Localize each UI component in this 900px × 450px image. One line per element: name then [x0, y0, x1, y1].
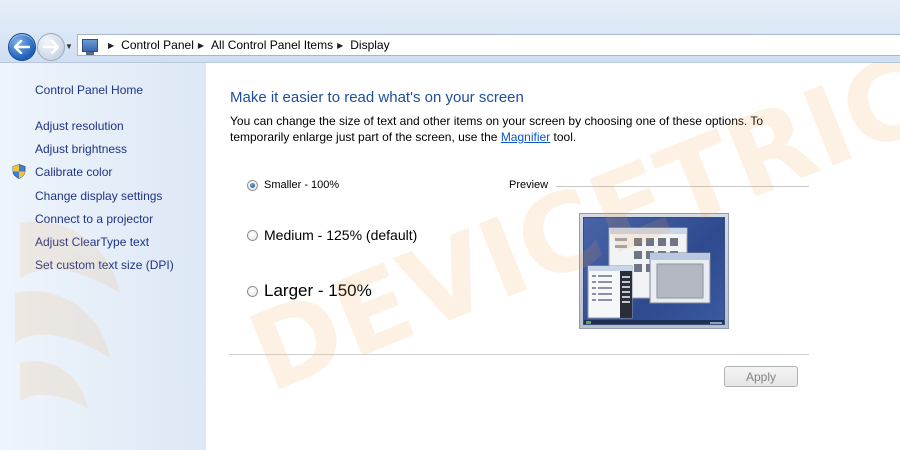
breadcrumb-all-items[interactable]: All Control Panel Items	[211, 38, 333, 52]
description-text-end: tool.	[550, 130, 577, 144]
preview-label: Preview	[509, 179, 549, 191]
breadcrumb[interactable]: ▶ Control Panel ▶ All Control Panel Item…	[77, 34, 900, 56]
sidebar-item-calibrate-color[interactable]: Calibrate color	[35, 165, 112, 179]
sidebar-item-adjust-cleartype[interactable]: Adjust ClearType text	[35, 235, 149, 249]
chevron-down-icon: ▼	[65, 41, 73, 51]
description-text: You can change the size of text and othe…	[230, 114, 764, 144]
option-smaller[interactable]: Smaller - 100%	[247, 179, 339, 191]
back-button[interactable]	[8, 33, 36, 61]
sidebar-item-adjust-resolution[interactable]: Adjust resolution	[35, 119, 124, 133]
divider	[229, 354, 809, 355]
preview-desktop	[583, 217, 725, 325]
preview-windows-illustration	[584, 227, 724, 324]
forward-button[interactable]	[37, 33, 65, 61]
address-toolbar: ▼ ▶ Control Panel ▶ All Control Panel It…	[0, 0, 900, 63]
shield-icon	[12, 164, 26, 179]
radio-button[interactable]	[247, 285, 258, 297]
recent-pages-button[interactable]: ▼	[64, 40, 74, 52]
arrow-right-icon	[43, 40, 59, 54]
radio-button[interactable]	[247, 229, 258, 241]
chevron-right-icon[interactable]: ▶	[108, 41, 114, 50]
radio-button[interactable]	[247, 179, 258, 191]
sidebar-item-connect-projector[interactable]: Connect to a projector	[35, 212, 153, 226]
breadcrumb-control-panel[interactable]: Control Panel	[121, 38, 194, 52]
option-label: Smaller - 100%	[264, 179, 340, 191]
sidebar-item-change-display-settings[interactable]: Change display settings	[35, 189, 162, 203]
option-label: Medium - 125% (default)	[264, 227, 418, 243]
sidebar-item-custom-text-size[interactable]: Set custom text size (DPI)	[35, 258, 174, 272]
page-description: You can change the size of text and othe…	[230, 113, 800, 145]
magnifier-link[interactable]: Magnifier	[501, 130, 550, 144]
sidebar-item-adjust-brightness[interactable]: Adjust brightness	[35, 142, 127, 156]
sidebar-control-panel-home[interactable]: Control Panel Home	[35, 83, 143, 97]
breadcrumb-display[interactable]: Display	[350, 38, 389, 52]
chevron-right-icon[interactable]: ▶	[337, 41, 343, 50]
preview-image	[579, 213, 729, 329]
option-larger[interactable]: Larger - 150%	[247, 281, 372, 301]
apply-button[interactable]: Apply	[724, 366, 798, 387]
page-title: Make it easier to read what's on your sc…	[230, 89, 524, 106]
option-medium[interactable]: Medium - 125% (default)	[247, 227, 417, 243]
option-label: Larger - 150%	[264, 281, 372, 300]
sidebar: Control Panel Home Adjust resolution Adj…	[0, 63, 206, 450]
chevron-right-icon[interactable]: ▶	[198, 41, 204, 50]
arrow-left-icon	[14, 40, 30, 54]
divider	[556, 186, 809, 187]
control-panel-icon	[82, 38, 98, 55]
